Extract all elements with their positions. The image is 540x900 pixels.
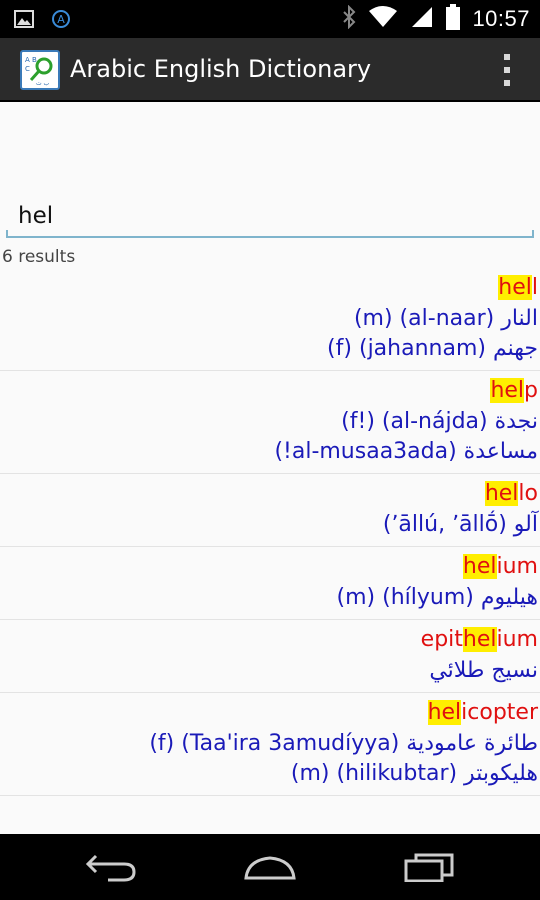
result-translation: طائرة عامودية (Taa'ira 3amudíyya) (f) [149, 731, 538, 756]
results-count: 6 results [2, 247, 76, 267]
headword-suffix: p [524, 378, 538, 403]
home-icon[interactable] [242, 852, 298, 882]
result-translation: النار (al-naar) (m) [353, 306, 538, 331]
back-icon[interactable] [84, 852, 140, 882]
search-field[interactable] [6, 198, 534, 240]
status-bar: A 10:57 [0, 0, 540, 38]
headword-match-highlight: hel [462, 627, 497, 652]
svg-text:A: A [57, 13, 65, 26]
result-headword: hello [0, 478, 538, 510]
recent-apps-icon[interactable] [402, 852, 458, 883]
results-list[interactable]: hell النار (al-naar) (m) جهنم (jahannam) (… [0, 268, 540, 834]
svg-text:A B: A B [25, 56, 37, 64]
svg-text:ب ت: ب ت [36, 80, 50, 87]
result-item[interactable]: helium هيليوم (hílyum) (m) [0, 547, 540, 620]
result-item[interactable]: epithelium نسيج طلائي [0, 620, 540, 693]
image-icon [14, 9, 34, 33]
result-translation: آلو (ʼāllú, ʼāllṓ) [382, 512, 538, 537]
result-translation: نجدة (al-nájda) (!f) [341, 409, 538, 434]
headword-match-highlight: hel [498, 275, 532, 300]
result-item[interactable]: help نجدة (al-nájda) (!f) مساعدة (al-musaa… [0, 371, 540, 474]
overflow-menu-icon[interactable] [502, 54, 512, 86]
headword-suffix: l [531, 275, 538, 300]
headword-match-highlight: hel [462, 554, 497, 579]
headword-suffix: ium [496, 554, 539, 579]
headword-match-highlight: hel [427, 700, 462, 725]
headword-suffix: icopter [461, 700, 538, 725]
battery-icon [446, 4, 461, 34]
app-logo-icon: A B C ب ت [20, 50, 60, 90]
sync-icon: A [50, 8, 72, 34]
result-translation: جهنم (jahannam) (f) [327, 336, 538, 361]
clock: 10:57 [472, 6, 530, 31]
result-headword: hell [0, 272, 538, 304]
headword-match-highlight: hel [484, 481, 519, 506]
result-translation: هليكوبتر (hilikubtar) (m) [290, 761, 538, 786]
result-item[interactable]: hell النار (al-naar) (m) جهنم (jahannam) (… [0, 268, 540, 371]
search-input[interactable] [18, 198, 518, 234]
result-headword: helicopter [0, 697, 538, 729]
result-headword: helium [0, 551, 538, 583]
result-headword: help [0, 375, 538, 407]
search-underline [6, 230, 534, 238]
result-headword: epithelium [0, 624, 538, 656]
headword-suffix: lo [518, 481, 538, 506]
result-item[interactable]: hello آلو (ʼāllú, ʼāllṓ) [0, 474, 540, 547]
wifi-icon [368, 5, 398, 33]
result-translation: نسيج طلائي [429, 658, 538, 683]
headword-suffix: ium [496, 627, 539, 652]
headword-match-highlight: hel [490, 378, 525, 403]
bluetooth-icon [342, 4, 356, 33]
action-bar: A B C ب ت Arabic English Dictionary [0, 38, 540, 102]
navigation-bar [0, 834, 540, 900]
svg-text:C: C [25, 65, 30, 73]
result-translation: هيليوم (hílyum) (m) [336, 585, 539, 610]
result-item[interactable]: helicopter طائرة عامودية (Taa'ira 3amudíy… [0, 693, 540, 796]
signal-icon [410, 5, 434, 33]
result-translation: مساعدة (al-musaa3ada!) [274, 439, 538, 464]
headword-prefix: epit [420, 627, 463, 652]
app-title: Arabic English Dictionary [70, 55, 372, 83]
